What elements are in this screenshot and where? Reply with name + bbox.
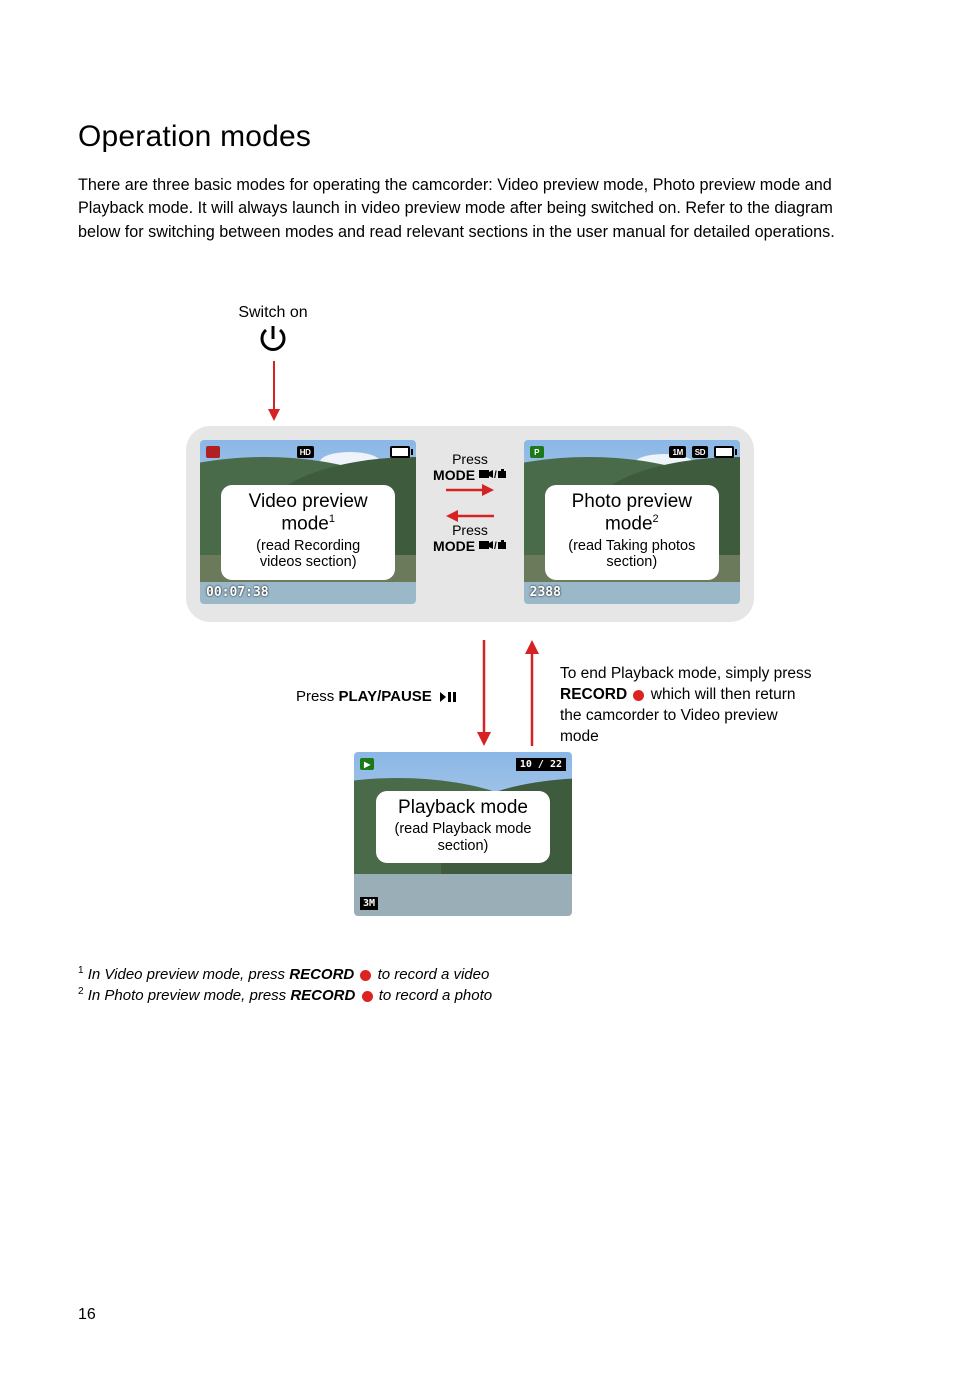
page-number: 16 (78, 1306, 96, 1324)
power-icon (256, 322, 879, 361)
video-timecode: 00:07:38 (206, 585, 269, 600)
record-dot-icon (633, 690, 644, 701)
sd-card-icon: SD (692, 446, 708, 458)
arrow-up-icon (525, 640, 539, 746)
video-preview-screen: HD 00:07:38 Video preview mode1 (read Re… (200, 440, 416, 604)
arrow-down-icon (477, 640, 491, 746)
playback-counter: 10 / 22 (516, 758, 566, 771)
switch-on-label: Switch on (223, 304, 323, 322)
mode-video-photo-icon: / (479, 467, 507, 483)
svg-text:/: / (494, 541, 497, 551)
video-mode-caption: Video preview mode1 (read Recording vide… (222, 486, 394, 578)
end-playback-instructions: To end Playback mode, simply press RECOR… (560, 636, 820, 748)
hd-badge: HD (297, 446, 314, 458)
arrow-left-icon (446, 509, 494, 523)
mode-diagram-panel: HD 00:07:38 Video preview mode1 (read Re… (186, 426, 754, 622)
playback-mode-caption: Playback mode (read Playback mode sectio… (377, 792, 549, 862)
battery-icon (390, 446, 410, 458)
intro-paragraph: There are three basic modes for operatin… (78, 174, 879, 244)
play-pause-icon (436, 688, 456, 705)
playback-res-badge: 3M (360, 897, 378, 910)
arrow-right-icon (446, 483, 494, 497)
play-icon: ▶ (360, 758, 374, 770)
resolution-badge: 1M (669, 446, 686, 458)
footnotes: 1 In Video preview mode, press RECORD to… (78, 964, 879, 1006)
video-camera-icon (206, 446, 220, 458)
playback-screen: ▶ 10 / 22 3M Playback mode (read Playbac… (354, 752, 572, 916)
photo-mode-caption: Photo preview mode2 (read Taking photos … (546, 486, 718, 578)
record-dot-icon (360, 970, 371, 981)
svg-text:/: / (494, 470, 497, 480)
press-play-pause-label: Press PLAY/PAUSE (186, 636, 456, 705)
photo-camera-icon: P (530, 446, 544, 458)
mode-switch-arrows: Press MODE / Press MODE / (424, 440, 515, 554)
photo-counter: 2388 (530, 585, 561, 600)
arrow-down-icon (268, 361, 879, 426)
photo-preview-screen: P 1M SD 2388 Photo preview mode2 (read T… (524, 440, 740, 604)
mode-video-photo-icon: / (479, 538, 507, 554)
battery-icon (714, 446, 734, 458)
page-heading: Operation modes (78, 120, 879, 154)
record-dot-icon (362, 991, 373, 1002)
